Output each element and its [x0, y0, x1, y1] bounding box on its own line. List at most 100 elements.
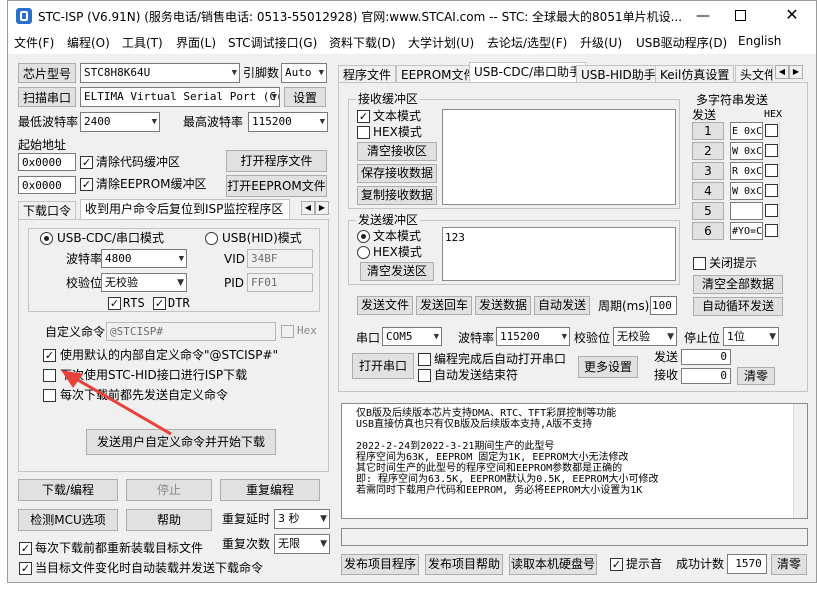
multi-send-button-4[interactable]: 4	[692, 182, 724, 200]
help-button[interactable]: 帮助	[126, 509, 212, 531]
multi-send-button-6[interactable]: 6	[692, 222, 724, 240]
menu-university[interactable]: 大学计划(U)	[408, 34, 474, 51]
cdc-baud-select[interactable]: 4800 ▼	[101, 249, 187, 268]
period-input[interactable]: 100	[650, 296, 677, 315]
multi-string-input-6[interactable]: #YO=C	[730, 222, 763, 240]
auto-send-button[interactable]: 自动发送	[534, 296, 590, 315]
minimize-icon[interactable]: —	[694, 9, 712, 23]
use-default-command-checkbox[interactable]: ✓	[43, 349, 56, 362]
menu-english[interactable]: English	[738, 34, 781, 48]
multi-send-button-5[interactable]: 5	[692, 202, 724, 220]
menu-upgrade[interactable]: 升级(U)	[580, 34, 622, 51]
multi-string-input-1[interactable]: E 0xC	[730, 122, 763, 140]
open-program-button[interactable]: 打开程序文件	[226, 150, 327, 172]
tab-program-file[interactable]: 程序文件	[338, 65, 397, 83]
rts-checkbox[interactable]: ✓	[108, 297, 121, 310]
send-return-button[interactable]: 发送回车	[416, 296, 472, 315]
close-tip-checkbox[interactable]	[693, 257, 706, 270]
clear-eeprom-checkbox[interactable]: ✓	[80, 178, 93, 191]
close-icon[interactable]: ✕	[784, 6, 800, 24]
menu-downloads[interactable]: 资料下载(D)	[329, 34, 396, 51]
save-receive-button[interactable]: 保存接收数据	[357, 164, 437, 183]
read-disk-button[interactable]: 读取本机硬盘号	[509, 554, 597, 575]
port-select[interactable]: ELTIMA Virtual Serial Port (C(▼	[80, 87, 280, 107]
tab-usb-cdc-assistant[interactable]: USB-CDC/串口助手	[469, 62, 587, 83]
multi-string-scrollbar[interactable]	[779, 121, 791, 241]
tab-scroll-left-icon[interactable]: ◀	[301, 201, 315, 215]
info-log-scrollbar[interactable]	[793, 404, 807, 518]
copy-receive-button[interactable]: 复制接收数据	[357, 186, 437, 205]
menu-debug[interactable]: STC调试接口(G)	[228, 34, 317, 51]
tip-sound-checkbox[interactable]: ✓	[610, 558, 623, 571]
settings-button[interactable]: 设置	[284, 87, 326, 107]
multi-hex-checkbox-4[interactable]	[765, 184, 778, 197]
multi-hex-checkbox-2[interactable]	[765, 144, 778, 157]
multi-string-input-3[interactable]: R 0xC	[730, 162, 763, 180]
open-serial-button[interactable]: 打开串口	[352, 353, 414, 379]
tab-usb-hid-assistant[interactable]: USB-HID助手	[576, 65, 661, 83]
serial-parity-select[interactable]: 无校验 ▼	[613, 327, 677, 346]
chip-model-button[interactable]: 芯片型号	[18, 63, 76, 83]
more-settings-button[interactable]: 更多设置	[578, 356, 638, 378]
tab-keil-settings[interactable]: Keil仿真设置	[655, 65, 735, 83]
pid-input[interactable]: FF01	[247, 273, 313, 292]
menu-tools[interactable]: 工具(T)	[122, 34, 163, 51]
code-address-input[interactable]: 0x0000	[18, 153, 76, 171]
each-send-checkbox[interactable]	[43, 389, 56, 402]
send-data-button[interactable]: 发送数据	[475, 296, 531, 315]
right-tab-scroll-right-icon[interactable]: ▶	[789, 65, 803, 79]
clear-code-checkbox[interactable]: ✓	[80, 156, 93, 169]
publish-help-button[interactable]: 发布项目帮助	[425, 554, 503, 575]
multi-string-input-4[interactable]: W 0xC	[730, 182, 763, 200]
auto-end-checkbox[interactable]	[418, 369, 431, 382]
recv-hex-mode-checkbox[interactable]	[357, 126, 370, 139]
recv-text-mode-checkbox[interactable]: ✓	[357, 110, 370, 123]
auto-loop-send-button[interactable]: 自动循环发送	[693, 297, 783, 316]
menu-program[interactable]: 编程(O)	[67, 34, 110, 51]
usb-cdc-radio[interactable]	[40, 232, 53, 245]
right-tab-scroll-left-icon[interactable]: ◀	[775, 65, 789, 79]
cdc-parity-select[interactable]: 无校验 ▼	[101, 273, 187, 292]
send-textarea[interactable]: 123	[442, 227, 676, 281]
repeat-delay-select[interactable]: 3 秒 ▼	[274, 509, 330, 529]
serial-baud-select[interactable]: 115200 ▼	[496, 327, 570, 346]
next-hid-checkbox[interactable]	[43, 369, 56, 382]
chip-model-select[interactable]: STC8H8K64U ▼	[80, 63, 240, 83]
hex-checkbox[interactable]	[281, 325, 294, 338]
clear-send-button[interactable]: 清空发送区	[360, 262, 434, 281]
auto-open-checkbox[interactable]	[418, 353, 431, 366]
send-hex-mode-radio[interactable]	[357, 246, 370, 259]
stop-bits-select[interactable]: 1位 ▼	[723, 327, 779, 346]
send-text-mode-radio[interactable]	[357, 230, 370, 243]
tab-eeprom-file[interactable]: EEPROM文件	[396, 65, 481, 83]
scan-port-button[interactable]: 扫描串口	[18, 87, 76, 107]
reload-before-checkbox[interactable]: ✓	[19, 542, 32, 555]
vid-input[interactable]: 34BF	[247, 249, 313, 268]
multi-hex-checkbox-5[interactable]	[765, 204, 778, 217]
clear-receive-button[interactable]: 清空接收区	[357, 142, 437, 161]
open-eeprom-button[interactable]: 打开EEPROM文件	[226, 175, 327, 197]
eeprom-address-input[interactable]: 0x0000	[18, 176, 76, 194]
clear-all-data-button[interactable]: 清空全部数据	[693, 275, 783, 294]
repeat-count-select[interactable]: 无限 ▼	[274, 534, 330, 554]
download-program-button[interactable]: 下载/编程	[18, 479, 118, 501]
dtr-checkbox[interactable]: ✓	[153, 297, 166, 310]
multi-hex-checkbox-6[interactable]	[765, 224, 778, 237]
receive-textarea[interactable]	[442, 109, 676, 205]
tab-download-password[interactable]: 下载口令	[18, 201, 77, 220]
multi-string-input-2[interactable]: W 0xC	[730, 142, 763, 160]
clear-counts-button[interactable]: 清零	[737, 367, 775, 385]
menu-file[interactable]: 文件(F)	[14, 34, 54, 51]
multi-send-button-1[interactable]: 1	[692, 122, 724, 140]
check-mcu-button[interactable]: 检测MCU选项	[18, 509, 118, 531]
multi-string-input-5[interactable]	[730, 202, 763, 220]
multi-hex-checkbox-1[interactable]	[765, 124, 778, 137]
menu-usb-driver[interactable]: USB驱动程序(D)	[636, 34, 727, 51]
tab-header-file[interactable]: 头文件	[735, 65, 773, 83]
max-baud-select[interactable]: 115200 ▼	[248, 112, 328, 132]
menu-interface[interactable]: 界面(L)	[176, 34, 216, 51]
tab-scroll-right-icon[interactable]: ▶	[315, 201, 329, 215]
clear-success-button[interactable]: 清零	[771, 554, 807, 575]
auto-reload-checkbox[interactable]: ✓	[19, 562, 32, 575]
stop-button[interactable]: 停止	[126, 479, 212, 501]
